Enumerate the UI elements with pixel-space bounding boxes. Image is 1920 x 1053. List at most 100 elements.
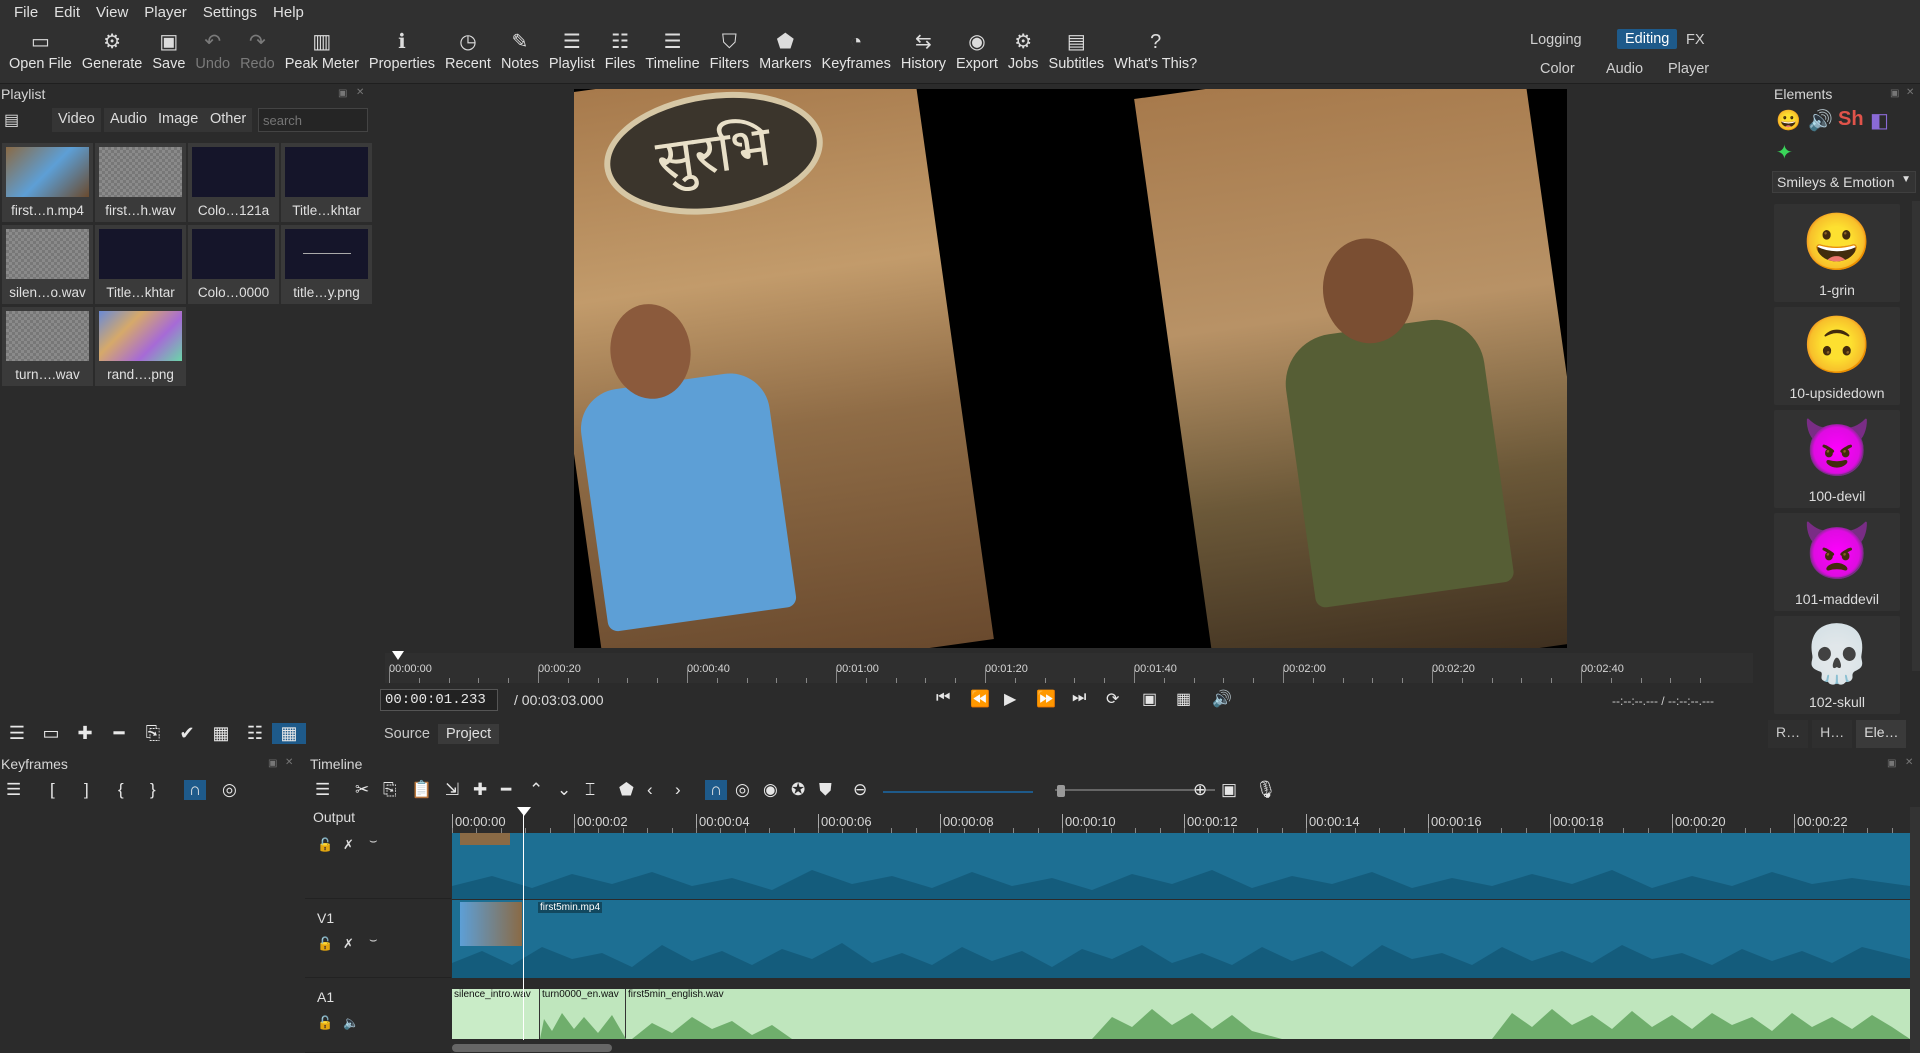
workspace-fx[interactable]: FX <box>1678 30 1713 50</box>
playlist-search-input[interactable] <box>258 108 368 132</box>
cut-icon[interactable]: ✂ <box>355 780 369 800</box>
shape-category-icon[interactable]: Sh <box>1838 108 1864 131</box>
elements-scrollbar[interactable] <box>1912 201 1920 671</box>
tab-other[interactable]: Other <box>204 108 253 132</box>
mute-icon[interactable]: ✗ <box>343 936 354 952</box>
toolbar-timeline-button[interactable]: ☰ Timeline <box>640 24 704 82</box>
workspace-player[interactable]: Player <box>1660 59 1717 79</box>
timeline-playhead-icon[interactable] <box>517 807 531 816</box>
zoom-slider-handle[interactable] <box>1057 785 1065 797</box>
playlist-item[interactable]: first…h.wav <box>95 143 186 222</box>
element-item[interactable]: 💀 102-skull <box>1774 616 1900 714</box>
toolbar-generate-button[interactable]: ⚙ Generate <box>77 24 147 82</box>
grid-view-icon[interactable]: ▦ <box>272 722 306 744</box>
position-field[interactable]: 00:00:01.233 <box>380 689 498 711</box>
toolbar-properties-button[interactable]: ℹ Properties <box>364 24 440 82</box>
hide-icon[interactable]: ⌣ <box>369 833 378 849</box>
menu-icon[interactable]: ☰ <box>6 780 21 800</box>
toolbar-undo-button[interactable]: ↶ Undo <box>190 24 235 82</box>
toolbar-what-s-this-button[interactable]: ? What's This? <box>1109 24 1202 82</box>
menu-icon[interactable]: ☰ <box>0 723 34 744</box>
close-icon[interactable]: ✕ <box>356 87 364 98</box>
fast-forward-icon[interactable]: ⏩ <box>1036 689 1056 709</box>
prev-marker-icon[interactable]: ‹ <box>647 780 653 800</box>
element-item[interactable]: 😈 100-devil <box>1774 410 1900 508</box>
menu-player[interactable]: Player <box>136 4 195 21</box>
zoom-out-icon[interactable]: ⊖ <box>853 780 867 800</box>
speaker-icon[interactable]: 🔈 <box>343 1015 359 1031</box>
next-keyframe-icon[interactable]: } <box>150 780 156 800</box>
lock-icon[interactable]: 🔓 <box>317 1015 333 1031</box>
append-icon[interactable]: ⇲ <box>445 780 459 800</box>
element-item[interactable]: 👿 101-maddevil <box>1774 513 1900 611</box>
toolbar-filters-button[interactable]: ⛉ Filters <box>705 24 754 82</box>
zoom-slider[interactable] <box>883 791 1033 793</box>
track-header-v2[interactable]: 🔓 ✗ ⌣ <box>305 833 451 899</box>
add-icon[interactable]: ✚ <box>473 780 487 800</box>
video-preview[interactable]: सुरभि <box>574 89 1567 648</box>
grid-icon[interactable]: ▦ <box>1176 689 1191 709</box>
playlist-menu-icon[interactable]: ▤ <box>4 110 19 130</box>
timeline-menu-icon[interactable]: ☰ <box>315 780 330 800</box>
overwrite-icon[interactable]: ⌄ <box>557 780 571 800</box>
skip-to-end-icon[interactable]: ⏭ <box>1072 689 1086 707</box>
menu-help[interactable]: Help <box>265 4 312 21</box>
marker-icon[interactable]: ⬟ <box>619 780 634 800</box>
tab-image[interactable]: Image <box>152 108 205 132</box>
close-icon[interactable]: ✕ <box>1906 87 1914 98</box>
snap-icon[interactable]: ∩ <box>705 780 728 800</box>
playlist-item[interactable]: title…y.png <box>281 225 372 304</box>
zoom-fit-icon[interactable]: ▣ <box>1142 689 1157 709</box>
mute-icon[interactable]: ✗ <box>343 837 354 853</box>
playlist-item[interactable]: silen…o.wav <box>2 225 93 304</box>
toolbar-subtitles-button[interactable]: ▤ Subtitles <box>1044 24 1110 82</box>
float-icon[interactable]: ▣ <box>1887 758 1896 769</box>
apply-icon[interactable]: ✔ <box>170 723 204 744</box>
play-icon[interactable]: ▶ <box>1004 689 1016 709</box>
playlist-item[interactable]: turn….wav <box>2 307 93 386</box>
lift-icon[interactable]: ⌃ <box>529 780 543 800</box>
snap-icon[interactable]: ∩ <box>184 780 207 800</box>
split-icon[interactable]: ⌶ <box>585 780 595 800</box>
toolbar-peak-meter-button[interactable]: ▥ Peak Meter <box>280 24 364 82</box>
track-a1[interactable]: silence_intro.wav turn0000_en.wav first5… <box>452 989 1910 1039</box>
detail-view-icon[interactable]: ▦ <box>204 723 238 744</box>
record-audio-icon[interactable]: 🎙 <box>1255 780 1277 800</box>
update-icon[interactable]: ⎘ <box>136 723 170 744</box>
menu-file[interactable]: File <box>6 4 46 21</box>
playlist-item[interactable]: Title…khtar <box>95 225 186 304</box>
player-ruler[interactable]: 00:00:00 00:00:20 00:00:40 00:01:00 00:01:20… <box>385 653 1753 683</box>
track-v1[interactable]: first5min.mp4 <box>452 900 1910 978</box>
toolbar-recent-button[interactable]: ◷ Recent <box>440 24 496 82</box>
next-marker-icon[interactable]: › <box>675 780 681 800</box>
playlist-item[interactable]: Colo…121a <box>188 143 279 222</box>
copy-icon[interactable]: ⎘ <box>383 780 397 800</box>
tab-project[interactable]: Project <box>438 724 500 744</box>
playlist-item[interactable]: Colo…0000 <box>188 225 279 304</box>
list-view-icon[interactable]: ☷ <box>238 723 272 744</box>
remove-icon[interactable]: ━ <box>102 723 136 744</box>
frame-category-icon[interactable]: ◧ <box>1870 108 1889 133</box>
volume-icon[interactable]: 🔊 <box>1212 689 1232 709</box>
track-header-a1[interactable]: A1 🔓 🔈 <box>305 979 451 1053</box>
timeline-playhead[interactable] <box>523 808 524 1040</box>
toolbar-save-button[interactable]: ▣ Save <box>147 24 190 82</box>
zoom-fit-icon[interactable]: ▣ <box>1221 780 1237 800</box>
float-icon[interactable]: ▣ <box>338 88 347 99</box>
float-icon[interactable]: ▣ <box>1890 88 1899 99</box>
timeline-hscrollbar[interactable] <box>452 1044 612 1052</box>
menu-settings[interactable]: Settings <box>195 4 265 21</box>
skip-to-start-icon[interactable]: ⏮ <box>936 689 950 707</box>
toolbar-playlist-button[interactable]: ☰ Playlist <box>544 24 600 82</box>
tab-video[interactable]: Video <box>52 108 101 132</box>
workspace-logging[interactable]: Logging <box>1522 30 1590 50</box>
scrub-icon[interactable]: ◎ <box>222 780 237 800</box>
playlist-item[interactable]: Title…khtar <box>281 143 372 222</box>
element-item[interactable]: 😀 1-grin <box>1774 204 1900 302</box>
add-icon[interactable]: ✚ <box>68 723 102 744</box>
sparkle-category-icon[interactable]: ✦ <box>1776 140 1793 165</box>
category-select[interactable]: Smileys & Emotion ▼ <box>1772 171 1916 193</box>
tab-elements[interactable]: Ele… <box>1856 720 1907 748</box>
remove-icon[interactable]: ━ <box>501 780 511 800</box>
workspace-editing[interactable]: Editing <box>1617 29 1678 49</box>
